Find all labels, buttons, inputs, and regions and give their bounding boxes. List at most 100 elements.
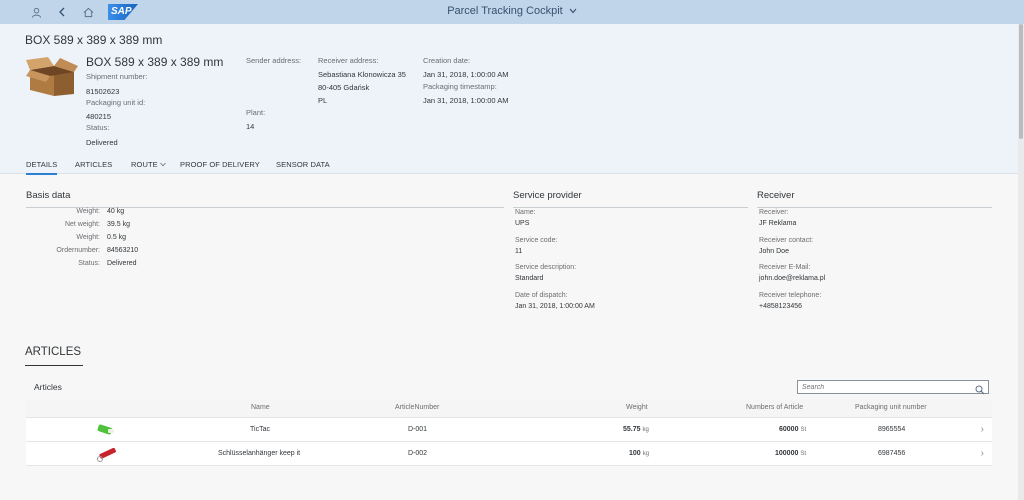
table-title: Articles — [34, 382, 62, 392]
receiver-address-line3: PL — [318, 96, 328, 105]
receiver-address-label: Receiver address: — [318, 56, 379, 65]
packaging-unit-id-label: Packaging unit id: — [86, 98, 146, 107]
user-icon[interactable] — [30, 6, 42, 18]
sender-address-label: Sender address: — [246, 56, 302, 65]
article-image-keychain — [96, 445, 118, 468]
sp-service-code-label: Service code: — [515, 237, 558, 244]
table-row[interactable]: Schlüsselanhänger keep it D-002 100 kg 10… — [26, 442, 992, 466]
search-icon[interactable] — [975, 382, 985, 395]
cell-weight-unit: kg — [642, 451, 650, 457]
cell-count: 100000 St — [775, 450, 806, 457]
articles-section-underline — [25, 365, 83, 366]
cell-weight: 55.75 kg — [623, 426, 649, 433]
receiver-name-value: JF Reklama — [759, 220, 797, 227]
table-header: Name ArticleNumber Weight Numbers of Art… — [26, 400, 992, 418]
receiver-title: Receiver — [757, 190, 795, 201]
cell-count-unit: St — [800, 427, 807, 433]
receiver-address-line1: Sebastiana Klonowicza 35 — [318, 70, 406, 79]
page-title: BOX 589 x 389 x 389 mm — [25, 33, 163, 47]
cell-article-number: D-001 — [408, 426, 428, 433]
receiver-telephone-value: +4858123456 — [759, 303, 803, 310]
page-scrollbar[interactable] — [1018, 24, 1024, 500]
search-input[interactable] — [802, 382, 972, 393]
back-icon[interactable] — [56, 6, 68, 18]
receiver-email-value: john.doe@reklama.pl — [759, 275, 826, 282]
basis-ordernumber-value: 84563210 — [107, 247, 139, 254]
basis-net-weight-value: 39.5 kg — [107, 221, 130, 228]
tab-route-label: ROUTE — [131, 160, 158, 169]
service-provider-title: Service provider — [513, 190, 582, 201]
receiver-email-label: Receiver E-Mail: — [759, 264, 811, 271]
sap-logo[interactable]: SAP — [108, 4, 138, 20]
column-header-article-number[interactable]: ArticleNumber — [395, 404, 439, 411]
cell-count-value: 100000 — [775, 450, 799, 457]
receiver-name-label: Receiver: — [759, 209, 789, 216]
shipment-number-value: 81502623 — [86, 87, 120, 96]
chevron-down-icon[interactable] — [569, 5, 577, 17]
tab-bar: DETAILS ARTICLES ROUTE PROOF OF DELIVERY… — [0, 155, 1018, 175]
tab-sensor-data[interactable]: SENSOR DATA — [276, 160, 330, 169]
object-header: BOX 589 x 389 x 389 mm BOX 589 x 389 x 3… — [0, 24, 1018, 174]
shipment-number-label: Shipment number: — [86, 72, 148, 81]
basis-weight-value: 40 kg — [107, 208, 125, 215]
receiver-address-line2: 80-405 Gdańsk — [318, 83, 370, 92]
sp-date-of-dispatch-value: Jan 31, 2018, 1:00:00 AM — [515, 303, 595, 310]
column-header-name[interactable]: Name — [251, 404, 270, 411]
cell-name: TicTac — [250, 426, 270, 433]
cell-weight-value: 100 — [629, 450, 641, 457]
tab-route[interactable]: ROUTE — [131, 160, 166, 169]
column-header-packaging-unit-number[interactable]: Packaging unit number — [855, 404, 927, 411]
creation-date-value: Jan 31, 2018, 1:00:00 AM — [423, 70, 509, 79]
home-icon[interactable] — [82, 6, 94, 18]
cell-weight-value: 55.75 — [623, 426, 641, 433]
column-header-weight[interactable]: Weight — [626, 404, 648, 411]
chevron-down-icon — [160, 160, 166, 169]
sp-service-description-value: Standard — [515, 275, 544, 282]
basis-net-weight-label: Net weight: — [64, 221, 100, 228]
chevron-right-icon[interactable]: › — [981, 424, 984, 435]
basis-ordernumber-label: Ordernumber: — [56, 247, 100, 254]
status-value: Delivered — [86, 138, 118, 147]
plant-label: Plant: — [246, 108, 266, 117]
cell-weight-unit: kg — [642, 427, 649, 433]
cell-weight: 100 kg — [629, 450, 649, 457]
sp-service-description-label: Service description: — [515, 264, 577, 271]
receiver-telephone-label: Receiver telephone: — [759, 292, 822, 299]
table-toolbar: Articles — [26, 377, 992, 399]
basis-data-title: Basis data — [26, 190, 71, 201]
sp-service-code-value: 11 — [515, 248, 523, 255]
basis-weight-label: Weight: — [76, 208, 100, 215]
basis-status-value: Delivered — [107, 260, 137, 267]
object-title: BOX 589 x 389 x 389 mm — [86, 55, 224, 69]
packaging-unit-id-value: 480215 — [86, 112, 112, 121]
tab-articles[interactable]: ARTICLES — [75, 160, 112, 169]
scrollbar-thumb[interactable] — [1019, 24, 1023, 139]
status-label: Status: — [86, 123, 110, 132]
receiver-contact-label: Receiver contact: — [759, 237, 814, 244]
tab-proof-of-delivery[interactable]: PROOF OF DELIVERY — [180, 160, 260, 169]
sp-date-of-dispatch-label: Date of dispatch: — [515, 292, 568, 299]
app-title-menu: Parcel Tracking Cockpit — [0, 5, 1024, 17]
tab-details[interactable]: DETAILS — [26, 160, 58, 175]
app-title[interactable]: Parcel Tracking Cockpit — [447, 5, 563, 17]
cell-name: Schlüsselanhänger keep it — [218, 450, 301, 457]
table-row[interactable]: TicTac D-001 55.75 kg 60000 St 8965554 › — [26, 418, 992, 442]
cell-packaging-unit-number: 6987456 — [878, 450, 906, 457]
packaging-timestamp-value: Jan 31, 2018, 1:00:00 AM — [423, 96, 509, 105]
sp-name-value: UPS — [515, 220, 530, 227]
article-image-tictac — [96, 423, 116, 442]
shell-bar: SAP Parcel Tracking Cockpit — [0, 0, 1024, 24]
cell-packaging-unit-number: 8965554 — [878, 426, 906, 433]
cell-count-value: 60000 — [779, 426, 799, 433]
box-icon — [24, 56, 78, 100]
sp-name-label: Name: — [515, 209, 536, 216]
chevron-right-icon[interactable]: › — [981, 448, 984, 459]
cell-count: 60000 St — [779, 426, 806, 433]
articles-section-title: ARTICLES — [25, 346, 82, 358]
plant-value: 14 — [246, 122, 255, 131]
basis-tare-weight-label: Weight: — [76, 234, 100, 241]
basis-tare-weight-value: 0.5 kg — [107, 234, 127, 241]
cell-count-unit: St — [800, 451, 807, 457]
column-header-numbers-of-article[interactable]: Numbers of Article — [746, 404, 803, 411]
receiver-contact-value: John Doe — [759, 248, 789, 255]
